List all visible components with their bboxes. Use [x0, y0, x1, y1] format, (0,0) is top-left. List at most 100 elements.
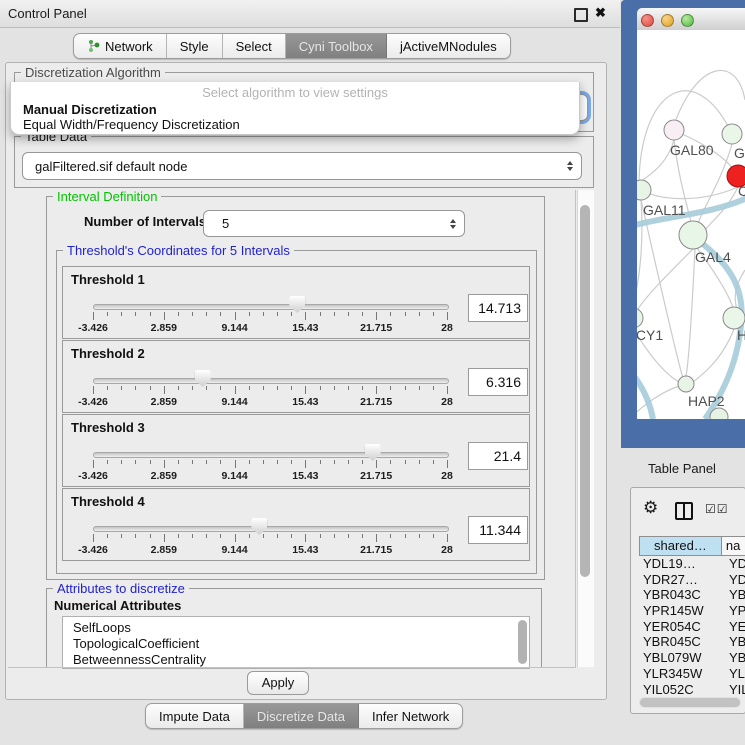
cell-shared-name: YIL052C — [639, 682, 729, 698]
node-label: HAP2 — [688, 393, 725, 409]
threshold-value-field[interactable]: 11.344 — [468, 516, 528, 544]
tick-label: -3.426 — [78, 322, 108, 334]
dropdown-option-manual-discretization[interactable]: Manual Discretization — [23, 102, 157, 117]
table-row[interactable]: YDL19…YDL1 — [639, 556, 745, 572]
column-header-shared-name[interactable]: shared… — [639, 536, 722, 556]
tab-label: Impute Data — [159, 709, 230, 724]
list-scrollbar-thumb[interactable] — [518, 620, 527, 664]
attribute-item-topologicalcoefficient[interactable]: TopologicalCoefficient — [63, 636, 529, 652]
stepper-icon — [446, 219, 460, 229]
threshold-panel-3: Threshold 3-3.4262.8599.14415.4321.71528… — [62, 414, 530, 487]
threshold-value-field[interactable]: 6.316 — [468, 368, 528, 396]
tick-label: 28 — [441, 396, 453, 408]
cell-shared-name: YBR045C — [639, 634, 729, 650]
cell-name: YER0 — [729, 619, 745, 635]
threshold-label: Threshold 1 — [71, 272, 145, 287]
stepper-icon — [563, 161, 577, 171]
slider-thumb[interactable] — [195, 370, 211, 387]
table-row[interactable]: YBR043CYBR0 — [639, 587, 745, 603]
apply-button[interactable]: Apply — [247, 671, 309, 695]
network-node[interactable] — [664, 120, 684, 140]
slider-track[interactable] — [93, 304, 449, 310]
network-node[interactable] — [637, 180, 651, 200]
tick-label: -3.426 — [78, 396, 108, 408]
attribute-item-selfloops[interactable]: SelfLoops — [63, 620, 529, 636]
node-table: shared… na YDL19…YDL1YDR27…YDR2YBR043CYB… — [639, 536, 745, 697]
network-node[interactable] — [679, 221, 707, 249]
tab-select[interactable]: Select — [223, 34, 286, 58]
cell-name: YDR2 — [729, 572, 745, 588]
threshold-value-field[interactable]: 21.4 — [468, 442, 528, 470]
table-row[interactable]: YBR045CYBR0 — [639, 634, 745, 650]
dropdown-option-equal-width-frequency-discretization[interactable]: Equal Width/Frequency Discretization — [23, 117, 240, 132]
network-window-titlebar[interactable] — [637, 8, 745, 31]
tab-label: Infer Network — [372, 709, 449, 724]
table-row[interactable]: YDR27…YDR2 — [639, 572, 745, 588]
table-row[interactable]: YER054CYER0 — [639, 619, 745, 635]
gear-icon[interactable]: ⚙ — [643, 498, 658, 518]
tab-cyni-toolbox[interactable]: Cyni Toolbox — [286, 34, 387, 58]
cell-name: YDL1 — [729, 556, 745, 572]
float-window-icon[interactable] — [574, 8, 588, 22]
tick-label: -3.426 — [78, 470, 108, 482]
table-hscrollbar-track[interactable] — [639, 697, 741, 708]
tab-label: jActiveMNodules — [400, 39, 497, 54]
network-node[interactable] — [723, 307, 745, 329]
select-columns-checkbox-icons[interactable]: ☑☑ — [705, 502, 729, 516]
tab-jactivemnodules[interactable]: jActiveMNodules — [387, 34, 510, 58]
viewport-border — [8, 667, 576, 668]
close-icon[interactable]: ✖ — [595, 5, 606, 21]
tab-network[interactable]: Network — [74, 34, 167, 58]
cell-shared-name: YBR043C — [639, 587, 729, 603]
slider-track[interactable] — [93, 526, 449, 532]
network-node[interactable] — [722, 124, 742, 144]
table-row[interactable]: YPR145WYPR1 — [639, 603, 745, 619]
slider-thumb[interactable] — [251, 518, 267, 535]
numerical-attributes-heading: Numerical Attributes — [54, 598, 181, 613]
slider-thumb[interactable] — [365, 444, 381, 461]
close-traffic-light[interactable] — [641, 14, 654, 27]
threshold-panel-2: Threshold 2-3.4262.8599.14415.4321.71528… — [62, 340, 530, 413]
minimize-traffic-light[interactable] — [661, 14, 674, 27]
attribute-item-betweennesscentrality[interactable]: BetweennessCentrality — [63, 652, 529, 668]
zoom-traffic-light[interactable] — [681, 14, 694, 27]
network-node[interactable] — [678, 376, 694, 392]
slider-track[interactable] — [93, 452, 449, 458]
node-label: C — [738, 183, 745, 199]
network-view-window: GAL80GACGAL11GAL4GCY1HHAP2 — [621, 0, 745, 448]
network-icon — [87, 39, 100, 53]
column-header-name[interactable]: na — [722, 536, 745, 556]
number-of-intervals-label: Number of Intervals — [84, 214, 206, 229]
number-of-intervals-value: 5 — [204, 216, 446, 231]
network-node[interactable] — [637, 308, 643, 328]
network-graph: GAL80GACGAL11GAL4GCY1HHAP2 — [637, 30, 745, 419]
panel-scrollbar-thumb[interactable] — [580, 205, 590, 577]
tab-discretize-data[interactable]: Discretize Data — [244, 704, 359, 728]
slider-thumb[interactable] — [289, 296, 305, 313]
tick-label: 9.144 — [221, 470, 247, 482]
slider-track[interactable] — [93, 378, 449, 384]
slider-ticks — [93, 534, 447, 544]
threshold-label: Threshold 4 — [71, 494, 145, 509]
table-row[interactable]: YLR345WYLR3 — [639, 666, 745, 682]
node-label: GAL4 — [695, 249, 731, 265]
table-data-combo[interactable]: galFiltered.sif default node — [22, 152, 582, 180]
number-of-intervals-combo[interactable]: 5 — [203, 210, 465, 237]
node-label: GA — [734, 145, 745, 161]
discretization-algorithm-legend: Discretization Algorithm — [21, 65, 165, 80]
tick-label: 9.144 — [221, 544, 247, 556]
algorithm-dropdown-popup: Select algorithm to view settings Manual… — [10, 82, 580, 135]
tick-label: 21.715 — [360, 470, 392, 482]
tab-style[interactable]: Style — [167, 34, 223, 58]
tick-label: 2.859 — [151, 396, 177, 408]
table-hscrollbar-thumb[interactable] — [640, 698, 740, 707]
threshold-panel-4: Threshold 4-3.4262.8599.14415.4321.71528… — [62, 488, 530, 561]
table-row[interactable]: YIL052CYIL0 — [639, 682, 745, 698]
columns-icon[interactable] — [675, 502, 693, 520]
numerical-attributes-list[interactable]: SelfLoopsTopologicalCoefficientBetweenne… — [62, 616, 530, 669]
tab-impute-data[interactable]: Impute Data — [146, 704, 244, 728]
network-canvas[interactable]: GAL80GACGAL11GAL4GCY1HHAP2 — [637, 30, 745, 419]
table-row[interactable]: YBL079WYBL0 — [639, 650, 745, 666]
tab-infer-network[interactable]: Infer Network — [359, 704, 462, 728]
threshold-value-field[interactable]: 14.713 — [468, 294, 528, 322]
